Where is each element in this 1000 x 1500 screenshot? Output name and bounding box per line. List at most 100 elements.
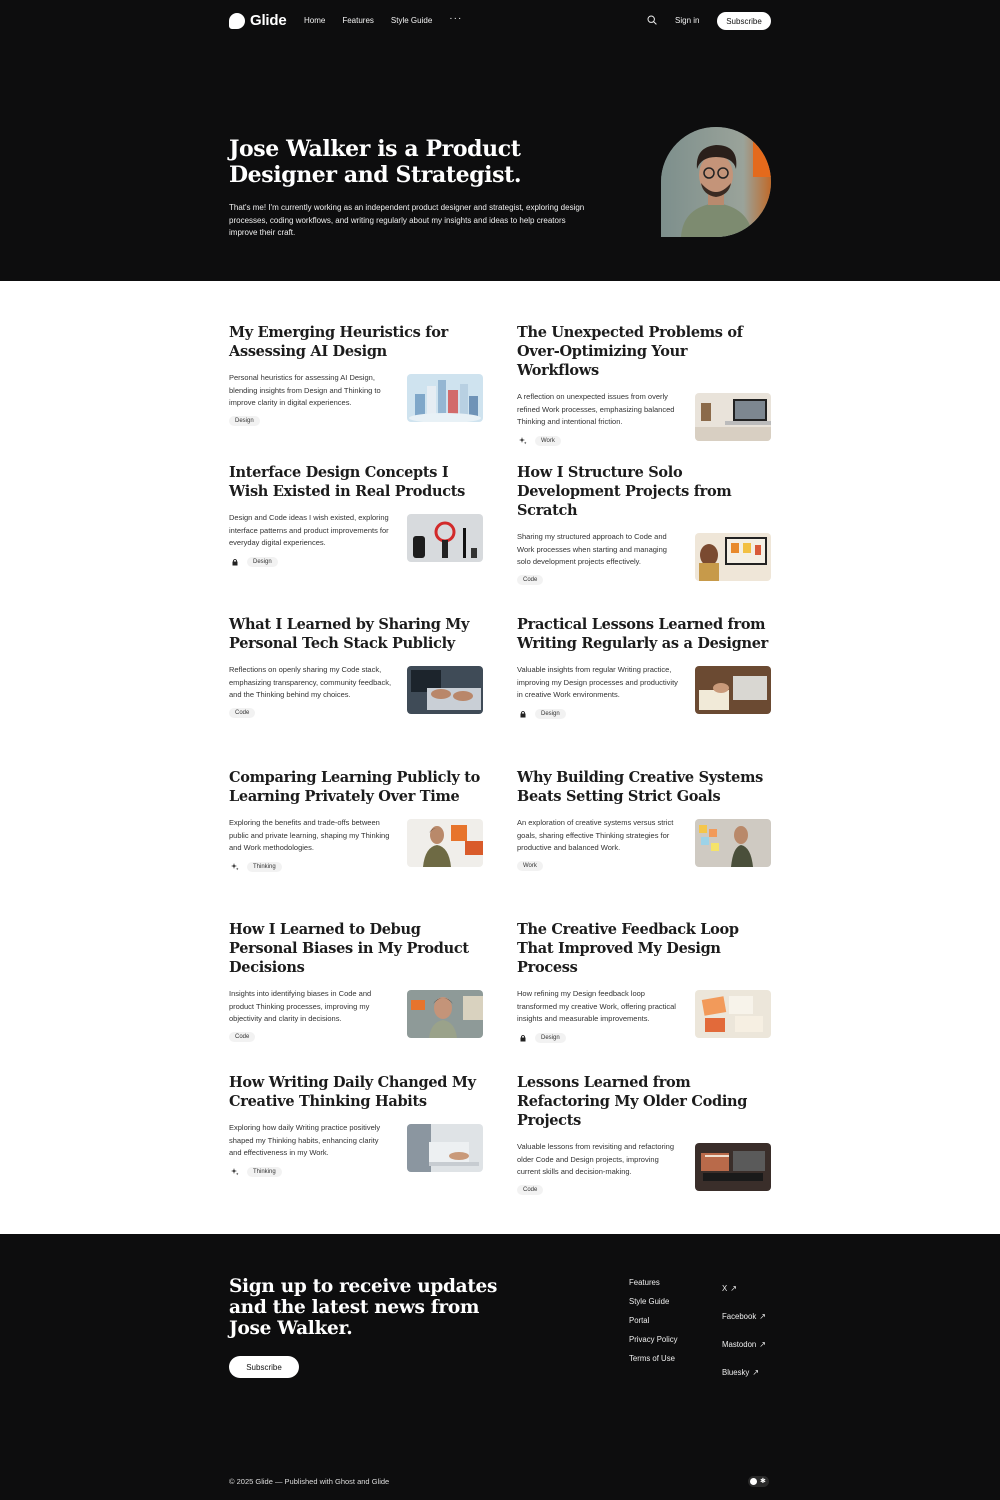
post-excerpt: Valuable lessons from revisiting and ref… [517, 1142, 675, 1177]
post-card[interactable]: How I Structure Solo Development Project… [517, 463, 773, 603]
post-card[interactable]: How Writing Daily Changed My Creative Th… [229, 1073, 485, 1213]
footer-links: Features Style Guide Portal Privacy Poli… [629, 1278, 678, 1363]
post-thumbnail[interactable] [695, 819, 771, 867]
sparkle-icon [229, 861, 241, 873]
external-arrow-icon: ↗ [759, 1312, 766, 1321]
theme-toggle[interactable]: ✱ [748, 1476, 769, 1487]
post-title[interactable]: How Writing Daily Changed My Creative Th… [229, 1073, 485, 1111]
footer-subscribe-button[interactable]: Subscribe [229, 1356, 299, 1378]
post-meta: Code [517, 575, 544, 585]
post-title[interactable]: How I Structure Solo Development Project… [517, 463, 773, 520]
post-tag[interactable]: Design [247, 557, 278, 567]
social-link-mastodon[interactable]: Mastodon ↗ [722, 1334, 766, 1352]
post-thumbnail[interactable] [407, 666, 483, 714]
nav-home[interactable]: Home [304, 16, 325, 25]
post-tag[interactable]: Code [517, 575, 544, 585]
post-thumbnail[interactable] [695, 1143, 771, 1191]
social-label: Bluesky [722, 1368, 750, 1377]
post-card[interactable]: The Creative Feedback Loop That Improved… [517, 920, 773, 1060]
post-body: Sharing my structured approach to Code a… [517, 531, 773, 611]
post-card[interactable]: Practical Lessons Learned from Writing R… [517, 615, 773, 755]
post-title[interactable]: My Emerging Heuristics for Assessing AI … [229, 323, 485, 361]
post-title[interactable]: What I Learned by Sharing My Personal Te… [229, 615, 485, 653]
post-thumbnail[interactable] [407, 514, 483, 562]
post-tag[interactable]: Design [535, 709, 566, 719]
post-excerpt: An exploration of creative systems versu… [517, 818, 674, 853]
post-card[interactable]: Why Building Creative Systems Beats Sett… [517, 768, 773, 908]
post-title[interactable]: How I Learned to Debug Personal Biases i… [229, 920, 485, 977]
nav-style-guide[interactable]: Style Guide [391, 16, 432, 25]
footer-link-terms[interactable]: Terms of Use [629, 1354, 678, 1363]
post-title[interactable]: Interface Design Concepts I Wish Existed… [229, 463, 485, 501]
post-thumbnail[interactable] [695, 990, 771, 1038]
post-body: Reflections on openly sharing my Code st… [229, 664, 485, 744]
footer-link-privacy[interactable]: Privacy Policy [629, 1335, 678, 1344]
post-thumbnail[interactable] [407, 1124, 483, 1172]
search-icon[interactable] [647, 15, 657, 25]
post-meta: Design [517, 1032, 566, 1044]
post-tag[interactable]: Design [535, 1033, 566, 1043]
post-tag[interactable]: Work [535, 436, 561, 446]
post-tag[interactable]: Code [229, 708, 256, 718]
copyright-text: © 2025 Glide — Published with Ghost and … [229, 1477, 390, 1486]
post-thumbnail[interactable] [407, 990, 483, 1038]
social-label: X [722, 1284, 728, 1293]
post-feed: My Emerging Heuristics for Assessing AI … [0, 281, 1000, 1234]
nav-features[interactable]: Features [342, 16, 374, 25]
more-menu-icon[interactable]: ··· [449, 13, 462, 24]
post-meta: Design [229, 416, 260, 426]
lock-icon [229, 556, 241, 568]
post-card[interactable]: Comparing Learning Publicly to Learning … [229, 768, 485, 908]
sparkle-icon [229, 1166, 241, 1178]
post-title[interactable]: The Unexpected Problems of Over-Optimizi… [517, 323, 773, 380]
post-title[interactable]: Comparing Learning Publicly to Learning … [229, 768, 485, 806]
post-title[interactable]: Why Building Creative Systems Beats Sett… [517, 768, 773, 806]
main-nav: Home Features Style Guide ··· [304, 13, 462, 25]
post-excerpt: Design and Code ideas I wish existed, ex… [229, 513, 389, 548]
author-avatar [661, 127, 771, 237]
social-link-facebook[interactable]: Facebook ↗ [722, 1306, 766, 1324]
post-meta: Code [229, 1032, 256, 1042]
external-arrow-icon: ↗ [730, 1284, 737, 1293]
post-card[interactable]: Interface Design Concepts I Wish Existed… [229, 463, 485, 603]
post-card[interactable]: My Emerging Heuristics for Assessing AI … [229, 323, 485, 463]
post-body: Valuable insights from regular Writing p… [517, 664, 773, 744]
post-title[interactable]: The Creative Feedback Loop That Improved… [517, 920, 773, 977]
post-excerpt: Reflections on openly sharing my Code st… [229, 665, 392, 700]
social-label: Mastodon [722, 1340, 757, 1349]
post-tag[interactable]: Code [517, 1185, 544, 1195]
footer-link-portal[interactable]: Portal [629, 1316, 678, 1325]
post-title[interactable]: Lessons Learned from Refactoring My Olde… [517, 1073, 773, 1130]
post-card[interactable]: How I Learned to Debug Personal Biases i… [229, 920, 485, 1060]
post-excerpt: Personal heuristics for assessing AI Des… [229, 373, 381, 408]
post-meta: Design [517, 708, 566, 720]
lock-icon [517, 1032, 529, 1044]
post-card[interactable]: The Unexpected Problems of Over-Optimizi… [517, 323, 773, 463]
post-thumbnail[interactable] [695, 533, 771, 581]
post-tag[interactable]: Thinking [247, 1167, 282, 1177]
post-thumbnail[interactable] [695, 666, 771, 714]
post-card[interactable]: Lessons Learned from Refactoring My Olde… [517, 1073, 773, 1213]
post-excerpt: How refining my Design feedback loop tra… [517, 989, 676, 1024]
brand-name: Glide [250, 12, 287, 29]
external-arrow-icon: ↗ [752, 1368, 759, 1377]
post-excerpt: A reflection on unexpected issues from o… [517, 392, 675, 427]
sun-icon: ✱ [760, 1478, 766, 1485]
post-tag[interactable]: Work [517, 861, 543, 871]
signin-link[interactable]: Sign in [675, 16, 699, 25]
footer-link-features[interactable]: Features [629, 1278, 678, 1287]
post-card[interactable]: What I Learned by Sharing My Personal Te… [229, 615, 485, 755]
post-title[interactable]: Practical Lessons Learned from Writing R… [517, 615, 773, 653]
post-thumbnail[interactable] [407, 819, 483, 867]
post-thumbnail[interactable] [695, 393, 771, 441]
footer-link-style-guide[interactable]: Style Guide [629, 1297, 678, 1306]
subscribe-button[interactable]: Subscribe [717, 12, 771, 30]
sparkle-icon [517, 435, 529, 447]
social-link-x[interactable]: X ↗ [722, 1278, 766, 1296]
brand-logo[interactable]: Glide [229, 12, 287, 29]
post-tag[interactable]: Thinking [247, 862, 282, 872]
social-link-bluesky[interactable]: Bluesky ↗ [722, 1362, 766, 1380]
post-tag[interactable]: Code [229, 1032, 256, 1042]
post-thumbnail[interactable] [407, 374, 483, 422]
post-tag[interactable]: Design [229, 416, 260, 426]
